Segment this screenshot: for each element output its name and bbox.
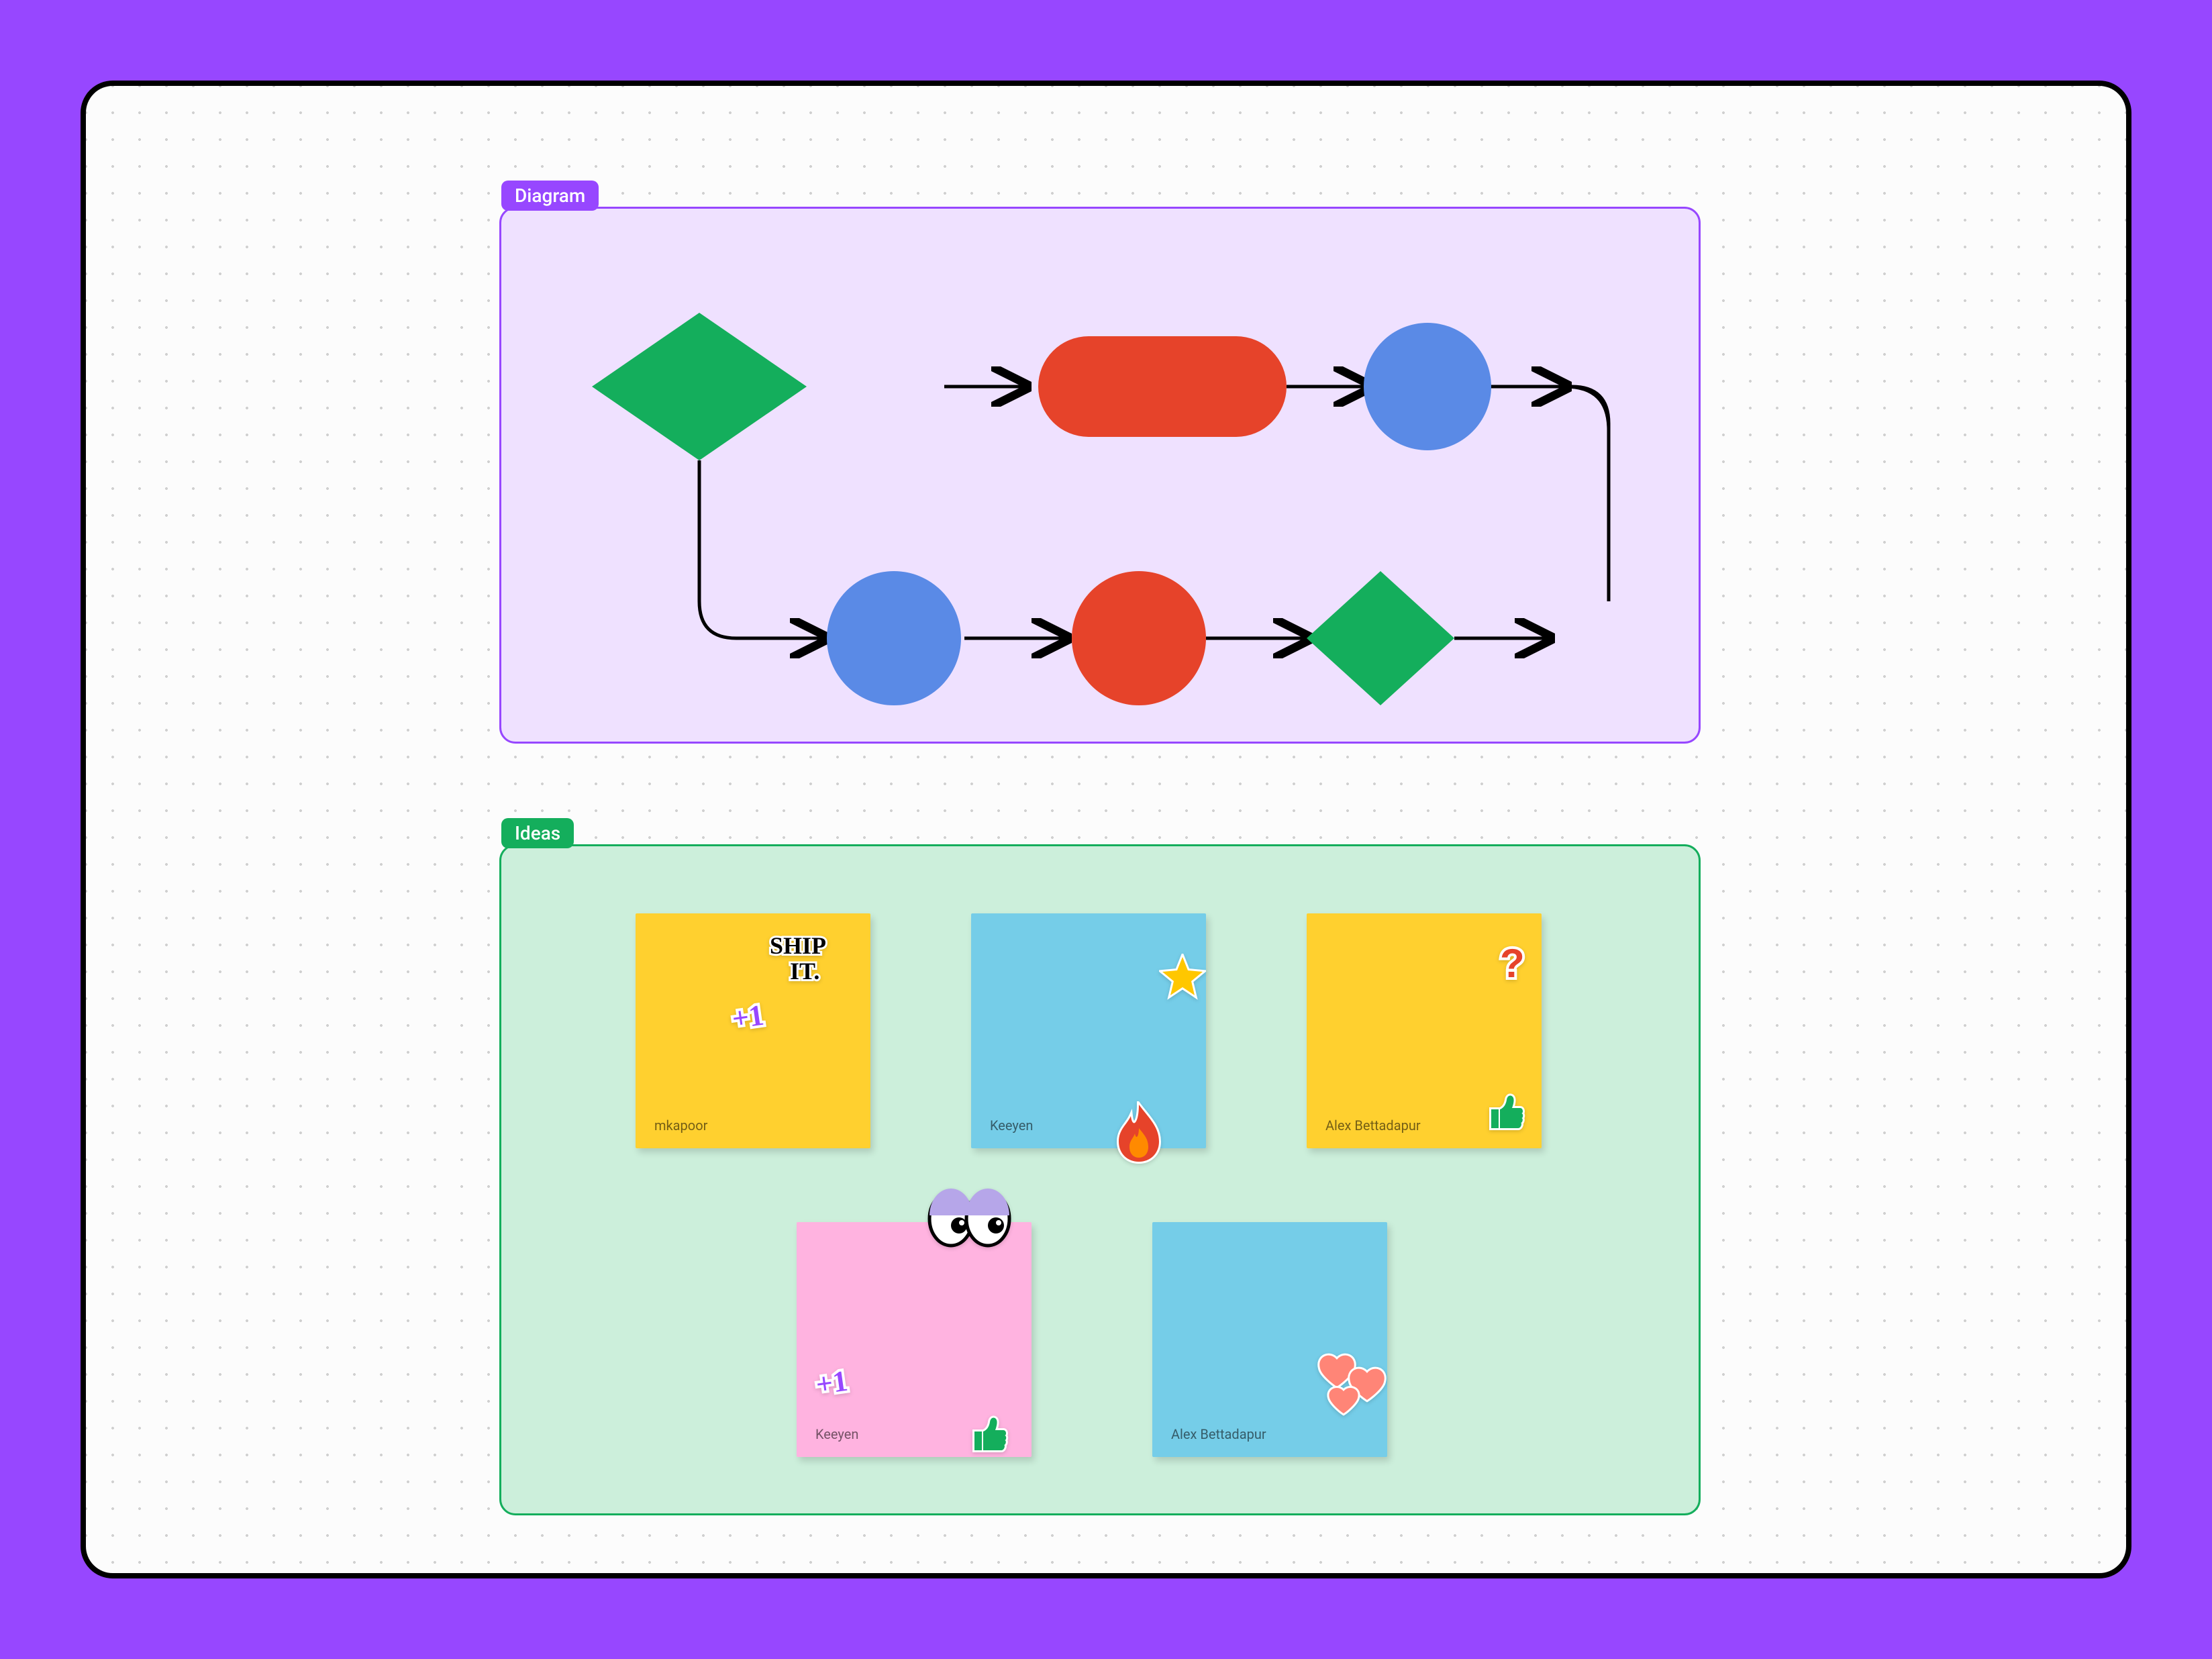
shape-rounded-rect[interactable] [1038, 336, 1287, 437]
sticky-author: Alex Bettadapur [1171, 1426, 1266, 1442]
sticky-note[interactable]: Keeyen [971, 913, 1206, 1148]
section-ideas[interactable]: Ideas mkapoor SHIP IT. +1 Keeyen [499, 844, 1701, 1515]
plus-one-sticker-icon[interactable]: +1 [813, 1363, 867, 1403]
sticky-note[interactable]: Keeyen +1 [797, 1222, 1032, 1457]
shape-circle[interactable] [827, 571, 961, 705]
svg-text:+1: +1 [730, 999, 766, 1036]
eyes-sticker-icon[interactable] [924, 1189, 1018, 1249]
sticky-note[interactable]: Alex Bettadapur [1152, 1222, 1387, 1457]
hearts-sticker-icon[interactable] [1313, 1350, 1394, 1423]
svg-text:SHIP: SHIP [770, 932, 826, 959]
star-sticker-icon[interactable] [1159, 954, 1206, 1001]
svg-text:+1: +1 [814, 1364, 850, 1401]
thumbs-up-sticker-icon[interactable] [964, 1410, 1011, 1457]
shape-circle[interactable] [1072, 571, 1206, 705]
sticky-author: mkapoor [654, 1117, 707, 1134]
section-diagram[interactable]: Diagram [499, 207, 1701, 744]
section-label-diagram[interactable]: Diagram [501, 181, 599, 211]
sticky-author: Alex Bettadapur [1325, 1117, 1421, 1134]
figjam-canvas[interactable]: Diagram [81, 81, 2131, 1578]
shape-diamond[interactable] [592, 313, 807, 460]
plus-one-sticker-icon[interactable]: +1 [730, 997, 783, 1038]
sticky-note[interactable]: Alex Bettadapur ? [1307, 913, 1542, 1148]
shape-diamond[interactable] [1307, 571, 1454, 705]
svg-text:IT.: IT. [790, 958, 819, 985]
svg-text:?: ? [1500, 941, 1525, 986]
question-sticker-icon[interactable]: ? [1495, 940, 1535, 994]
sticky-author: Keeyen [815, 1426, 858, 1442]
sticky-author: Keeyen [990, 1117, 1033, 1134]
ship-it-sticker-icon[interactable]: SHIP IT. [763, 927, 864, 987]
sticky-note[interactable]: mkapoor SHIP IT. +1 [636, 913, 870, 1148]
fire-sticker-icon[interactable] [1112, 1101, 1166, 1165]
diagram-svg[interactable] [501, 209, 1703, 746]
shape-circle[interactable] [1364, 323, 1491, 450]
section-label-ideas[interactable]: Ideas [501, 818, 574, 848]
thumbs-up-sticker-icon[interactable] [1481, 1088, 1528, 1135]
